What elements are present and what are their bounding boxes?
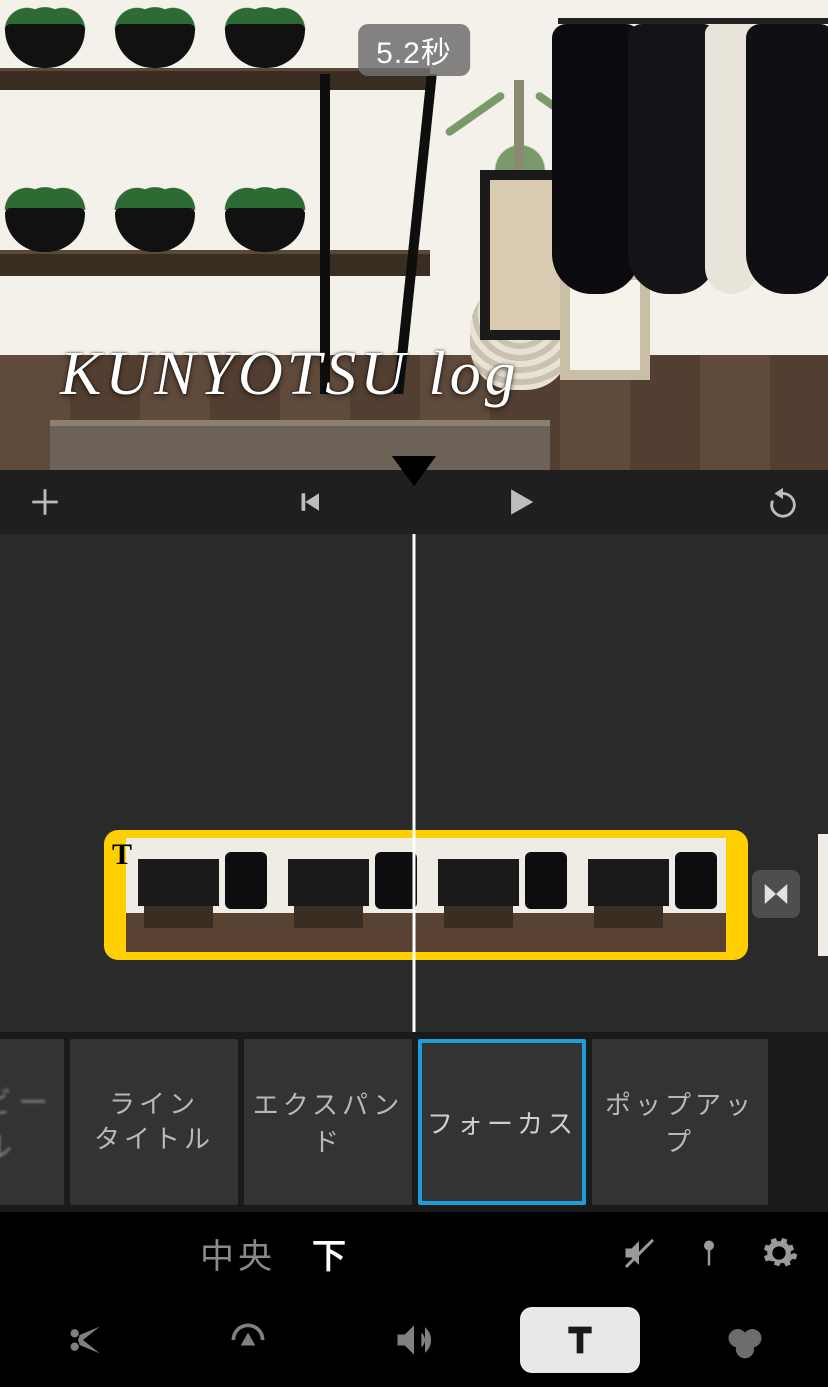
- title-settings-button[interactable]: [744, 1223, 814, 1283]
- transition-icon: [761, 879, 791, 909]
- video-preview[interactable]: 5.2秒 KUNYOTSU log: [0, 0, 828, 470]
- scissors-icon: [63, 1320, 103, 1360]
- add-media-button[interactable]: [0, 470, 90, 534]
- preview-table: [50, 420, 550, 470]
- skip-back-icon: [292, 487, 326, 517]
- title-pin-button[interactable]: [674, 1223, 744, 1283]
- title-style-label: ポップアップ: [596, 1085, 764, 1159]
- title-style-focus[interactable]: フォーカス: [418, 1039, 586, 1205]
- title-mute-button[interactable]: [604, 1223, 674, 1283]
- clip-duration-badge: 5.2秒: [358, 24, 470, 76]
- volume-icon: [392, 1318, 436, 1362]
- pin-icon: [694, 1233, 724, 1273]
- clip-thumbnails: [126, 838, 726, 952]
- gauge-icon: [226, 1318, 270, 1362]
- title-style-label: フォーカス: [427, 1104, 577, 1141]
- mute-icon: [621, 1235, 657, 1271]
- next-clip-peek[interactable]: [818, 834, 828, 956]
- clip-has-title-icon: T: [112, 838, 132, 872]
- preview-shelf: [0, 30, 430, 360]
- title-style-strip[interactable]: リビール ライン タイトル エクスパンド フォーカス ポップアップ: [0, 1032, 828, 1212]
- tool-title[interactable]: [520, 1307, 640, 1373]
- title-position-tabs: 中央 下: [200, 1229, 350, 1278]
- gear-icon: [759, 1233, 799, 1273]
- plus-icon: [28, 485, 62, 519]
- transport-bar: [0, 470, 828, 534]
- title-style-reveal[interactable]: リビール: [0, 1039, 64, 1205]
- tool-filters[interactable]: [685, 1307, 805, 1373]
- preview-clothes-rack: [558, 0, 828, 360]
- title-style-label: リビール: [0, 1078, 60, 1166]
- title-position-center[interactable]: 中央: [200, 1229, 276, 1278]
- play-button[interactable]: [474, 470, 564, 534]
- filters-icon: [723, 1318, 767, 1362]
- playhead[interactable]: [413, 534, 416, 1032]
- play-icon: [500, 483, 538, 521]
- timeline[interactable]: T: [0, 534, 828, 1032]
- title-icon: [560, 1320, 600, 1360]
- transition-button[interactable]: [752, 870, 800, 918]
- title-overlay-text[interactable]: KUNYOTSU log: [60, 339, 520, 410]
- title-style-expand[interactable]: エクスパンド: [244, 1039, 412, 1205]
- undo-icon: [763, 485, 803, 519]
- title-style-label: ライン タイトル: [94, 1087, 214, 1157]
- title-controls-row: 中央 下: [0, 1212, 828, 1294]
- title-style-label: エクスパンド: [248, 1085, 408, 1159]
- title-style-popup[interactable]: ポップアップ: [592, 1039, 768, 1205]
- undo-button[interactable]: [738, 470, 828, 534]
- selected-clip[interactable]: T: [104, 830, 748, 960]
- tool-speed[interactable]: [188, 1307, 308, 1373]
- title-style-line-title[interactable]: ライン タイトル: [70, 1039, 238, 1205]
- tool-cut[interactable]: [23, 1307, 143, 1373]
- playhead-notch: [392, 456, 436, 486]
- editor-tool-tabs: [0, 1294, 828, 1386]
- skip-to-start-button[interactable]: [264, 470, 354, 534]
- tool-audio[interactable]: [354, 1307, 474, 1373]
- title-position-bottom[interactable]: 下: [312, 1229, 350, 1278]
